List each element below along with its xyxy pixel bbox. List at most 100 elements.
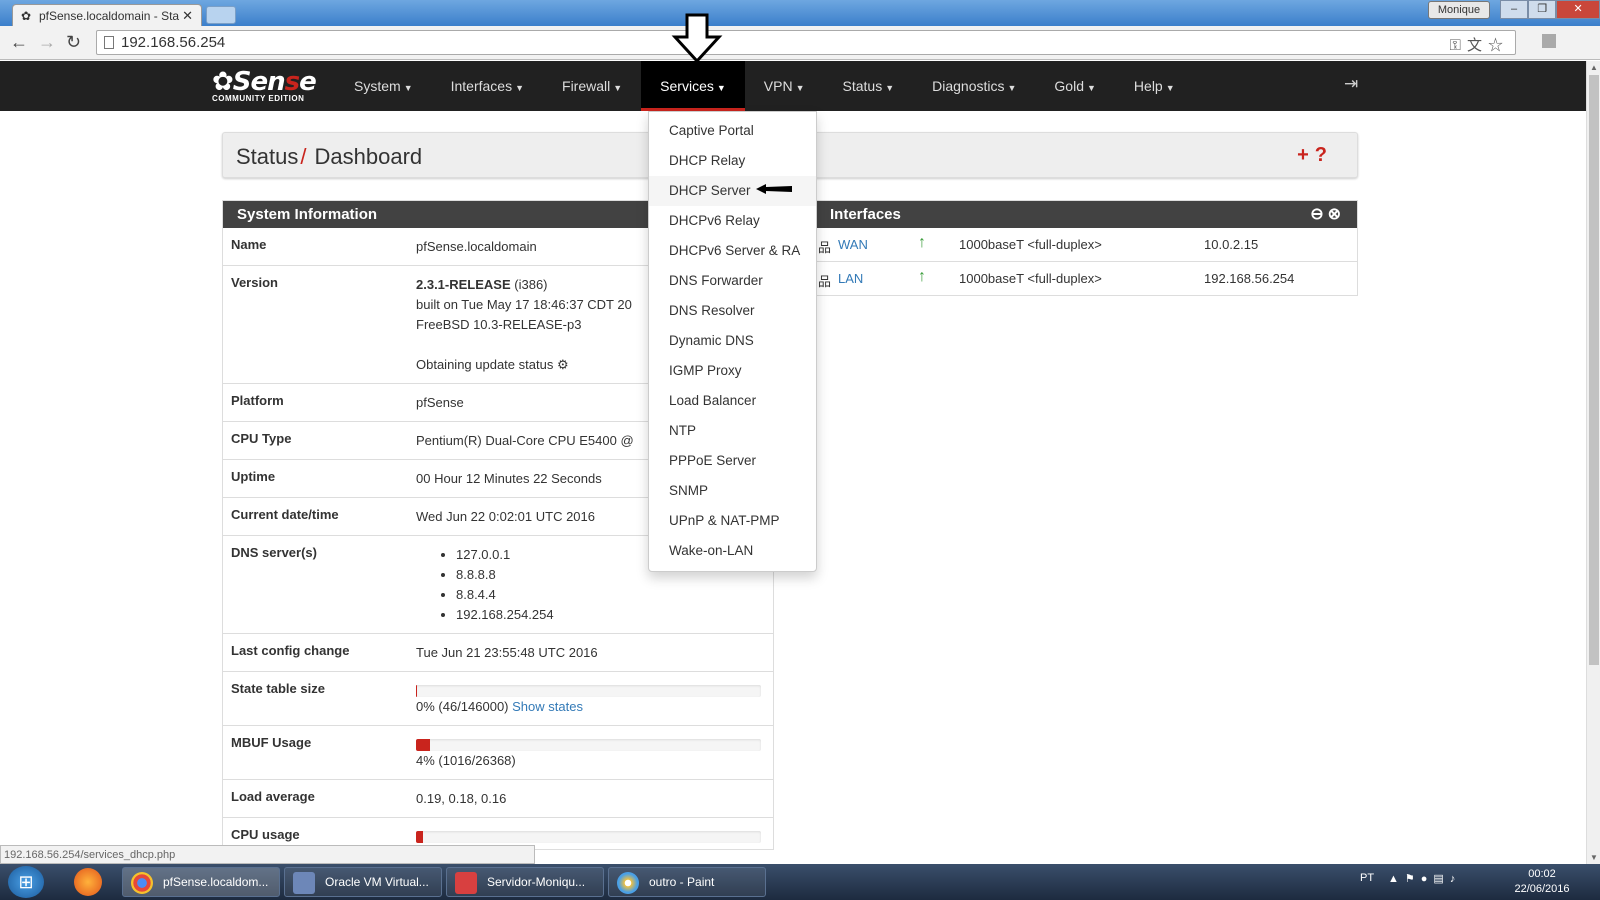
menu-item-dhcp-relay[interactable]: DHCP Relay — [649, 146, 816, 176]
language-indicator[interactable]: PT — [1360, 872, 1374, 884]
forward-arrow-icon[interactable]: → — [38, 32, 56, 53]
taskbar-item-label: Oracle VM Virtual... — [325, 875, 429, 889]
page-title: Dashboard — [314, 144, 423, 169]
clock-date: 22/06/2016 — [1514, 883, 1570, 895]
menu-item-igmp-proxy[interactable]: IGMP Proxy — [649, 356, 816, 386]
help-icon[interactable]: ? — [1315, 144, 1333, 166]
scroll-down-icon[interactable]: ▼ — [1590, 853, 1598, 862]
clock-time: 00:02 — [1528, 868, 1556, 880]
virtualbox-icon — [293, 872, 315, 894]
nav-item-gold[interactable]: Gold ▼ — [1035, 61, 1115, 111]
main-navbar: ✿Sense COMMUNITY EDITION System ▼ Interfac… — [0, 61, 1586, 111]
taskbar-clock[interactable]: 00:02 22/06/2016 — [1512, 867, 1572, 897]
collapse-icon[interactable]: ⊖ — [1310, 206, 1327, 223]
show-states-link[interactable]: Show states — [512, 699, 583, 714]
back-arrow-icon[interactable]: ← — [10, 32, 28, 53]
cpu-type-label: CPU Type — [231, 431, 292, 446]
logout-icon[interactable]: ⇥ — [1344, 74, 1358, 94]
tab-title: pfSense.localdomain - Sta — [39, 9, 180, 23]
nav-item-label: Gold — [1054, 78, 1084, 94]
add-widget-icon[interactable]: + — [1297, 144, 1315, 166]
action-center-flag-icon[interactable]: ⚑ — [1405, 873, 1421, 885]
bookmark-star-icon[interactable]: ☆ — [1488, 37, 1509, 54]
nav-item-vpn[interactable]: VPN ▼ — [745, 61, 824, 111]
pfsense-logo[interactable]: ✿Sense COMMUNITY EDITION — [212, 67, 317, 103]
nav-item-status[interactable]: Status ▼ — [824, 61, 914, 111]
translate-icon[interactable]: 文 — [1467, 37, 1488, 54]
taskbar-item-virtualbox[interactable]: Oracle VM Virtual... — [284, 867, 442, 897]
nav-item-system[interactable]: System ▼ — [335, 61, 432, 111]
gear-icon: ⚙ — [556, 357, 569, 372]
nav-item-diagnostics[interactable]: Diagnostics ▼ — [913, 61, 1035, 111]
reload-icon[interactable]: ↻ — [66, 32, 81, 53]
services-dropdown-menu: Captive Portal DHCP Relay DHCP Server DHCPv… — [648, 111, 817, 572]
volume-icon[interactable]: ♪ — [1450, 873, 1462, 885]
caret-down-icon: ▼ — [1007, 83, 1017, 93]
firefox-icon[interactable] — [74, 868, 102, 896]
interface-link-lan[interactable]: LAN — [838, 271, 863, 286]
start-button[interactable]: ⊞ — [8, 866, 44, 898]
new-tab-button[interactable] — [206, 6, 236, 24]
maximize-button[interactable]: ❐ — [1528, 0, 1557, 19]
nav-item-label: Status — [842, 78, 883, 94]
menu-item-dhcpv6-server-ra[interactable]: DHCPv6 Server & RA — [649, 236, 816, 266]
nav-item-services[interactable]: Services ▼ — [641, 61, 745, 111]
windows-taskbar: ⊞ pfSense.localdom... Oracle VM Virtual.… — [0, 864, 1600, 900]
interface-link-wan[interactable]: WAN — [838, 237, 868, 252]
taskbar-item-vm[interactable]: Servidor-Moniqu... — [446, 867, 604, 897]
interface-media: 1000baseT <full-duplex> — [959, 237, 1102, 252]
uptime-label: Uptime — [231, 469, 276, 484]
menu-item-pppoe-server[interactable]: PPPoE Server — [649, 446, 816, 476]
url-input[interactable]: 192.168.56.254 ⚿文☆ — [96, 30, 1516, 55]
nav-item-interfaces[interactable]: Interfaces ▼ — [432, 61, 543, 111]
nav-item-firewall[interactable]: Firewall ▼ — [543, 61, 641, 111]
menu-item-upnp-nat-pmp[interactable]: UPnP & NAT-PMP — [649, 506, 816, 536]
scrollbar-thumb[interactable] — [1589, 75, 1599, 665]
version-label: Version — [231, 275, 278, 290]
last-config-label: Last config change — [231, 643, 350, 658]
menu-item-dns-forwarder[interactable]: DNS Forwarder — [649, 266, 816, 296]
menu-item-snmp[interactable]: SNMP — [649, 476, 816, 506]
menu-item-wake-on-lan[interactable]: Wake-on-LAN — [649, 536, 816, 566]
close-window-button[interactable]: ✕ — [1556, 0, 1600, 19]
show-hidden-icons-icon[interactable]: ▲ — [1388, 873, 1405, 885]
profile-button[interactable]: Monique — [1428, 1, 1490, 19]
list-item: 8.8.4.4 — [456, 585, 773, 605]
menu-item-load-balancer[interactable]: Load Balancer — [649, 386, 816, 416]
paint-icon — [617, 872, 639, 894]
browser-titlebar: ✿ pfSense.localdomain - Sta ✕ Monique – … — [0, 0, 1600, 26]
menu-item-ntp[interactable]: NTP — [649, 416, 816, 446]
close-tab-icon[interactable]: ✕ — [182, 8, 193, 24]
close-widget-icon[interactable]: ⊗ — [1328, 206, 1345, 223]
update-status: Obtaining update status — [416, 357, 554, 372]
taskbar-item-chrome[interactable]: pfSense.localdom... — [122, 867, 280, 897]
network-tray-icon[interactable]: ▤ — [1433, 873, 1449, 885]
logo-text: Sen — [232, 67, 286, 97]
caret-down-icon: ▼ — [795, 83, 805, 93]
interface-media: 1000baseT <full-duplex> — [959, 271, 1102, 286]
mbuf-value: 4% (1016/26368) — [416, 753, 516, 768]
nav-menu: System ▼ Interfaces ▼ Firewall ▼ Services ▼ VPN ▼… — [335, 61, 1194, 111]
nav-item-label: Diagnostics — [932, 78, 1005, 94]
menu-item-dns-resolver[interactable]: DNS Resolver — [649, 296, 816, 326]
page-scrollbar[interactable]: ▲ ▼ — [1586, 61, 1600, 865]
menu-item-dhcpv6-relay[interactable]: DHCPv6 Relay — [649, 206, 816, 236]
avast-icon[interactable]: ● — [1421, 873, 1434, 885]
extension-icon[interactable] — [1542, 34, 1556, 48]
scroll-up-icon[interactable]: ▲ — [1590, 63, 1598, 72]
taskbar-item-paint[interactable]: outro - Paint — [608, 867, 766, 897]
minimize-button[interactable]: – — [1500, 0, 1529, 19]
table-row: 品 LAN ↑ 1000baseT <full-duplex> 192.168.… — [816, 262, 1357, 296]
version-arch: (i386) — [510, 277, 548, 292]
nav-item-label: Help — [1133, 78, 1163, 94]
menu-item-captive-portal[interactable]: Captive Portal — [649, 116, 816, 146]
state-table-fill — [416, 685, 418, 697]
browser-tab[interactable]: ✿ pfSense.localdomain - Sta ✕ — [12, 4, 202, 26]
nav-item-label: VPN — [763, 78, 793, 94]
platform-label: Platform — [231, 393, 284, 408]
menu-item-dynamic-dns[interactable]: Dynamic DNS — [649, 326, 816, 356]
key-icon[interactable]: ⚿ — [1450, 37, 1467, 54]
nav-item-help[interactable]: Help ▼ — [1115, 61, 1194, 111]
breadcrumb-section[interactable]: Status — [236, 144, 298, 169]
table-row: MBUF Usage 4% (1016/26368) — [223, 726, 773, 780]
